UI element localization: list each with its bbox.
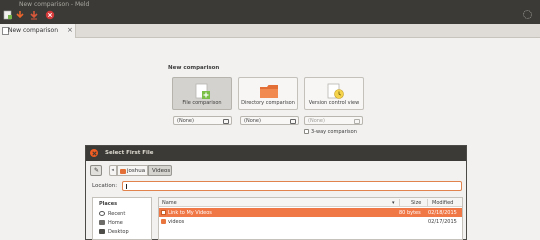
tab-label: New comparison <box>8 27 59 34</box>
dialog-title: Select First File <box>105 150 154 156</box>
stop-icon[interactable] <box>45 10 55 22</box>
places-sidebar: Places Recent Home Desktop <box>92 197 152 240</box>
file-name: videos <box>168 218 185 225</box>
checkbox-icon[interactable] <box>304 129 309 134</box>
breadcrumb-home-label: joshua <box>127 168 146 174</box>
file-row[interactable]: Link to My Videos 80 bytes 02/18/2015 <box>159 208 462 217</box>
file-name: Link to My Videos <box>168 209 212 216</box>
place-label: Recent <box>108 211 126 217</box>
breadcrumb-videos-label: Videos <box>152 168 171 174</box>
home-folder-icon <box>120 169 126 174</box>
close-icon[interactable] <box>90 149 98 157</box>
breadcrumb-home[interactable]: joshua <box>117 165 148 176</box>
link-file-icon <box>161 210 166 215</box>
file-list: Name ▾ Size Modified Link to My Videos 8… <box>158 197 463 240</box>
place-home[interactable]: Home <box>99 220 123 226</box>
file-chooser-3-value: (None) <box>308 118 325 124</box>
directory-comparison-label: Directory comparison <box>241 100 295 106</box>
directory-comparison-button[interactable]: Directory comparison <box>238 77 298 110</box>
pencil-icon: ✎ <box>94 167 100 174</box>
open-folder-icon <box>223 118 229 124</box>
desktop-icon <box>99 229 105 234</box>
file-chooser-3: (None) <box>304 116 363 125</box>
file-list-header: Name ▾ Size Modified <box>159 198 462 207</box>
place-recent[interactable]: Recent <box>99 211 125 217</box>
version-control-button[interactable]: Version control view <box>304 77 364 110</box>
select-file-dialog: Select First File ✎ ◂ joshua Videos Loca… <box>85 145 467 240</box>
column-modified[interactable]: Modified <box>432 200 453 206</box>
clock-icon <box>99 211 105 216</box>
column-size[interactable]: Size <box>411 200 421 206</box>
new-comparison-heading: New comparison <box>168 65 220 71</box>
version-control-label: Version control view <box>308 100 360 106</box>
three-way-label: 3-way comparison <box>311 129 357 135</box>
file-chooser-2-value: (None) <box>244 118 261 124</box>
chevron-left-icon: ◂ <box>111 168 114 173</box>
new-comparison-icon[interactable] <box>3 10 13 22</box>
text-caret <box>126 184 127 189</box>
file-chooser-2[interactable]: (None) <box>240 116 299 125</box>
column-divider <box>427 199 428 206</box>
busy-spinner-icon <box>523 10 532 19</box>
file-chooser-1[interactable]: (None) <box>173 116 232 125</box>
file-row[interactable]: videos 02/17/2015 <box>159 217 462 226</box>
path-scroll-left-button[interactable]: ◂ <box>109 165 117 176</box>
type-location-button[interactable]: ✎ <box>90 165 102 176</box>
column-name[interactable]: Name <box>162 200 177 206</box>
folder-icon <box>161 219 166 224</box>
window-title: New comparison - Meld <box>19 1 90 8</box>
file-size: 80 bytes <box>399 209 421 216</box>
breadcrumb-videos[interactable]: Videos <box>148 165 172 176</box>
tab-new-comparison[interactable]: New comparison × <box>0 24 76 38</box>
title-bar: New comparison - Meld <box>0 0 540 24</box>
sort-indicator-icon: ▾ <box>392 199 395 206</box>
file-modified: 02/18/2015 <box>428 209 457 216</box>
path-bar: ✎ ◂ joshua Videos <box>90 165 390 176</box>
tab-bar: New comparison × <box>0 24 540 38</box>
file-chooser-1-value: (None) <box>177 118 194 124</box>
places-heading: Places <box>99 201 118 207</box>
file-comparison-button[interactable]: File comparison <box>172 77 232 110</box>
file-modified: 02/17/2015 <box>428 218 457 225</box>
location-label: Location: <box>92 183 118 189</box>
location-input[interactable] <box>122 181 462 191</box>
tab-close-icon[interactable]: × <box>67 26 73 34</box>
home-icon <box>99 220 105 225</box>
undo-icon[interactable] <box>29 10 39 22</box>
open-folder-icon <box>354 118 360 124</box>
save-icon[interactable] <box>15 10 25 22</box>
place-desktop[interactable]: Desktop <box>99 229 129 235</box>
file-comparison-label: File comparison <box>182 100 222 106</box>
column-divider <box>399 199 400 206</box>
open-folder-icon <box>290 118 296 124</box>
place-label: Desktop <box>108 229 129 235</box>
dialog-title-bar: Select First File <box>86 146 466 161</box>
place-label: Home <box>108 220 123 226</box>
three-way-checkbox[interactable]: 3-way comparison <box>304 129 357 135</box>
